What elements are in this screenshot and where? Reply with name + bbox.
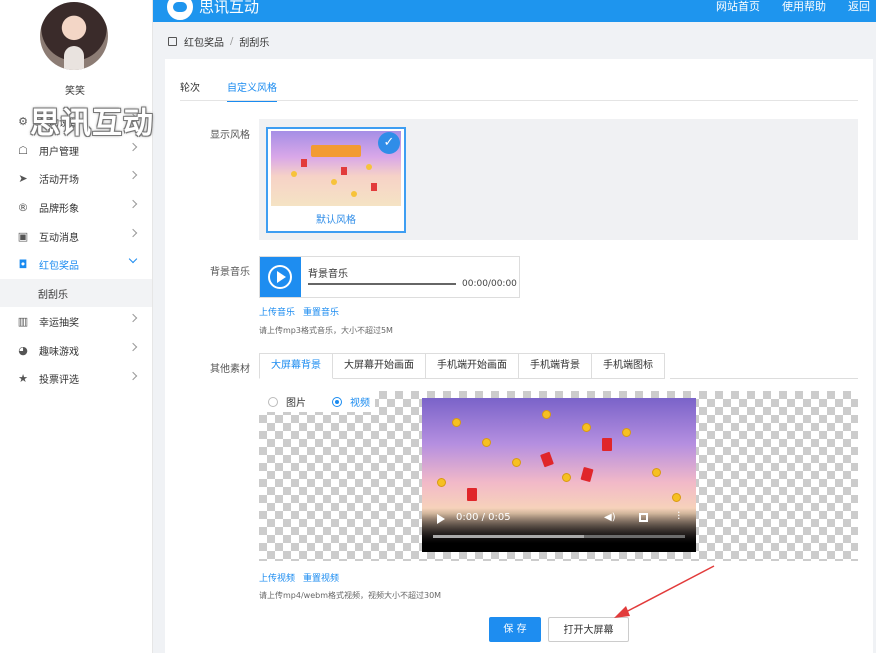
chat-icon: ▣: [17, 229, 29, 243]
breadcrumb-item: 刮刮乐: [239, 38, 270, 49]
video-progress-bar[interactable]: [433, 535, 685, 538]
chevron-right-icon: [128, 171, 138, 180]
top-bar: 思讯互动 网站首页 使用帮助 返回: [153, 0, 876, 22]
sidebar-item-brand-image[interactable]: ® 品牌形象: [0, 193, 152, 222]
nav-back-link[interactable]: 返回: [848, 0, 870, 13]
chevron-right-icon: [128, 313, 138, 323]
volume-icon[interactable]: ◀): [604, 512, 616, 523]
play-icon[interactable]: [437, 514, 445, 524]
video-hint: 请上传mp4/webm格式视频，视频大小不超过30M: [259, 591, 442, 600]
video-time: 0:00 / 0:05: [456, 512, 511, 523]
style-option-default[interactable]: ✓ 默认风格: [266, 127, 406, 233]
chevron-right-icon: [128, 142, 138, 151]
save-button[interactable]: 保 存: [489, 617, 541, 642]
more-options-icon[interactable]: · · ·: [677, 507, 681, 524]
fullscreen-icon[interactable]: [639, 513, 648, 522]
tab-bar: 轮次 自定义风格: [180, 79, 304, 102]
tab-mobile-start[interactable]: 手机端开始画面: [426, 353, 519, 379]
home-icon: [168, 37, 177, 46]
sidebar-item-label: 幸运抽奖: [39, 317, 79, 329]
music-title: 背景音乐: [308, 269, 348, 280]
tab-rounds[interactable]: 轮次: [180, 79, 200, 102]
game-icon: ◕: [18, 343, 28, 357]
sidebar-item-fun-games[interactable]: ◕ 趣味游戏: [0, 336, 152, 365]
sidebar-item-label: 用户管理: [39, 146, 79, 158]
brand-name: 思讯互动: [199, 0, 260, 16]
username: 笑笑: [65, 86, 85, 97]
tab-big-screen-start[interactable]: 大屏幕开始画面: [333, 353, 426, 379]
gear-icon: ⚙: [18, 114, 28, 128]
send-icon: ➤: [18, 172, 28, 186]
nav-help-link[interactable]: 使用帮助: [782, 0, 826, 13]
logo-icon: [167, 0, 193, 20]
sidebar-item-label: 投票评选: [39, 375, 79, 387]
sidebar-item-interactive-messages[interactable]: ▣ 互动消息: [0, 222, 152, 251]
sidebar-item-label: 品牌形象: [39, 203, 79, 215]
upload-music-link[interactable]: 上传音乐: [259, 305, 295, 318]
music-time: 00:00/00:00: [462, 279, 517, 289]
avatar[interactable]: [40, 2, 108, 70]
display-style-label: 显示风格: [210, 130, 250, 141]
music-hint: 请上传mp3格式音乐，大小不超过5M: [259, 326, 393, 335]
star-icon: ★: [18, 372, 28, 386]
radio-video[interactable]: 视频: [332, 394, 370, 409]
breadcrumb-separator: /: [230, 36, 234, 47]
open-big-screen-button[interactable]: 打开大屏幕: [548, 617, 629, 642]
sidebar-item-label: 趣味游戏: [39, 346, 79, 358]
material-tabs-divider: [670, 378, 858, 379]
breadcrumb-item[interactable]: 红包奖品: [184, 34, 224, 49]
sidebar-item-label: 互动消息: [39, 232, 79, 244]
tab-custom-style[interactable]: 自定义风格: [227, 79, 277, 102]
chart-icon: ▥: [17, 314, 29, 328]
chevron-right-icon: [128, 371, 138, 380]
tab-big-screen-bg[interactable]: 大屏幕背景: [259, 353, 333, 379]
chevron-down-icon: [128, 255, 138, 264]
music-progress-bar[interactable]: [308, 283, 456, 285]
material-tabs: 大屏幕背景 大屏幕开始画面 手机端开始画面 手机端背景 手机端图标: [259, 353, 665, 379]
sidebar-item-label: 红包奖品: [39, 261, 79, 273]
chevron-right-icon: [128, 342, 138, 352]
style-name: 默认风格: [316, 215, 356, 226]
sidebar-item-label: 活动开场: [39, 175, 79, 187]
tab-mobile-icon[interactable]: 手机端图标: [592, 353, 665, 379]
chevron-right-icon: [128, 199, 138, 209]
bg-music-label: 背景音乐: [210, 267, 250, 278]
video-progress-fill: [433, 535, 585, 538]
radio-image[interactable]: 图片: [268, 394, 306, 409]
sidebar-item-voting[interactable]: ★ 投票评选: [0, 365, 152, 394]
tab-divider: [180, 100, 858, 101]
sidebar-item-label: 刮刮乐: [38, 289, 68, 301]
play-button[interactable]: [260, 257, 301, 297]
watermark: 思讯互动: [30, 106, 154, 141]
breadcrumb: 红包奖品 / 刮刮乐: [168, 34, 269, 49]
play-icon: [277, 271, 286, 283]
tab-mobile-bg[interactable]: 手机端背景: [519, 353, 592, 379]
top-nav: 网站首页 使用帮助 返回: [716, 0, 876, 13]
reset-music-link[interactable]: 重置音乐: [303, 305, 339, 318]
sidebar-item-lucky-draw[interactable]: ▥ 幸运抽奖: [0, 307, 152, 336]
nav-home-link[interactable]: 网站首页: [716, 0, 760, 13]
other-material-label: 其他素材: [210, 364, 250, 375]
media-type-selector: 图片 视频: [259, 391, 375, 412]
video-player[interactable]: 0:00 / 0:05 ◀) · · ·: [422, 398, 696, 552]
gift-icon: ◘: [18, 258, 28, 272]
user-icon: ☖: [18, 143, 28, 157]
reset-video-link[interactable]: 重置视频: [303, 571, 339, 584]
sidebar-item-activity-opening[interactable]: ➤ 活动开场: [0, 164, 152, 193]
sidebar-menu: ⚙ 活动设置 ☖ 用户管理 ➤ 活动开场 ® 品牌形象 ▣ 互动消息 ◘ 红包奖…: [0, 107, 152, 393]
upload-video-link[interactable]: 上传视频: [259, 571, 295, 584]
registered-icon: ®: [17, 200, 29, 214]
sidebar-subitem-scratch-card[interactable]: 刮刮乐: [0, 279, 152, 308]
check-icon: ✓: [378, 132, 400, 154]
chevron-right-icon: [128, 228, 138, 237]
sidebar-item-red-packet-prizes[interactable]: ◘ 红包奖品: [0, 250, 152, 279]
music-player: 背景音乐 00:00/00:00: [259, 256, 520, 298]
